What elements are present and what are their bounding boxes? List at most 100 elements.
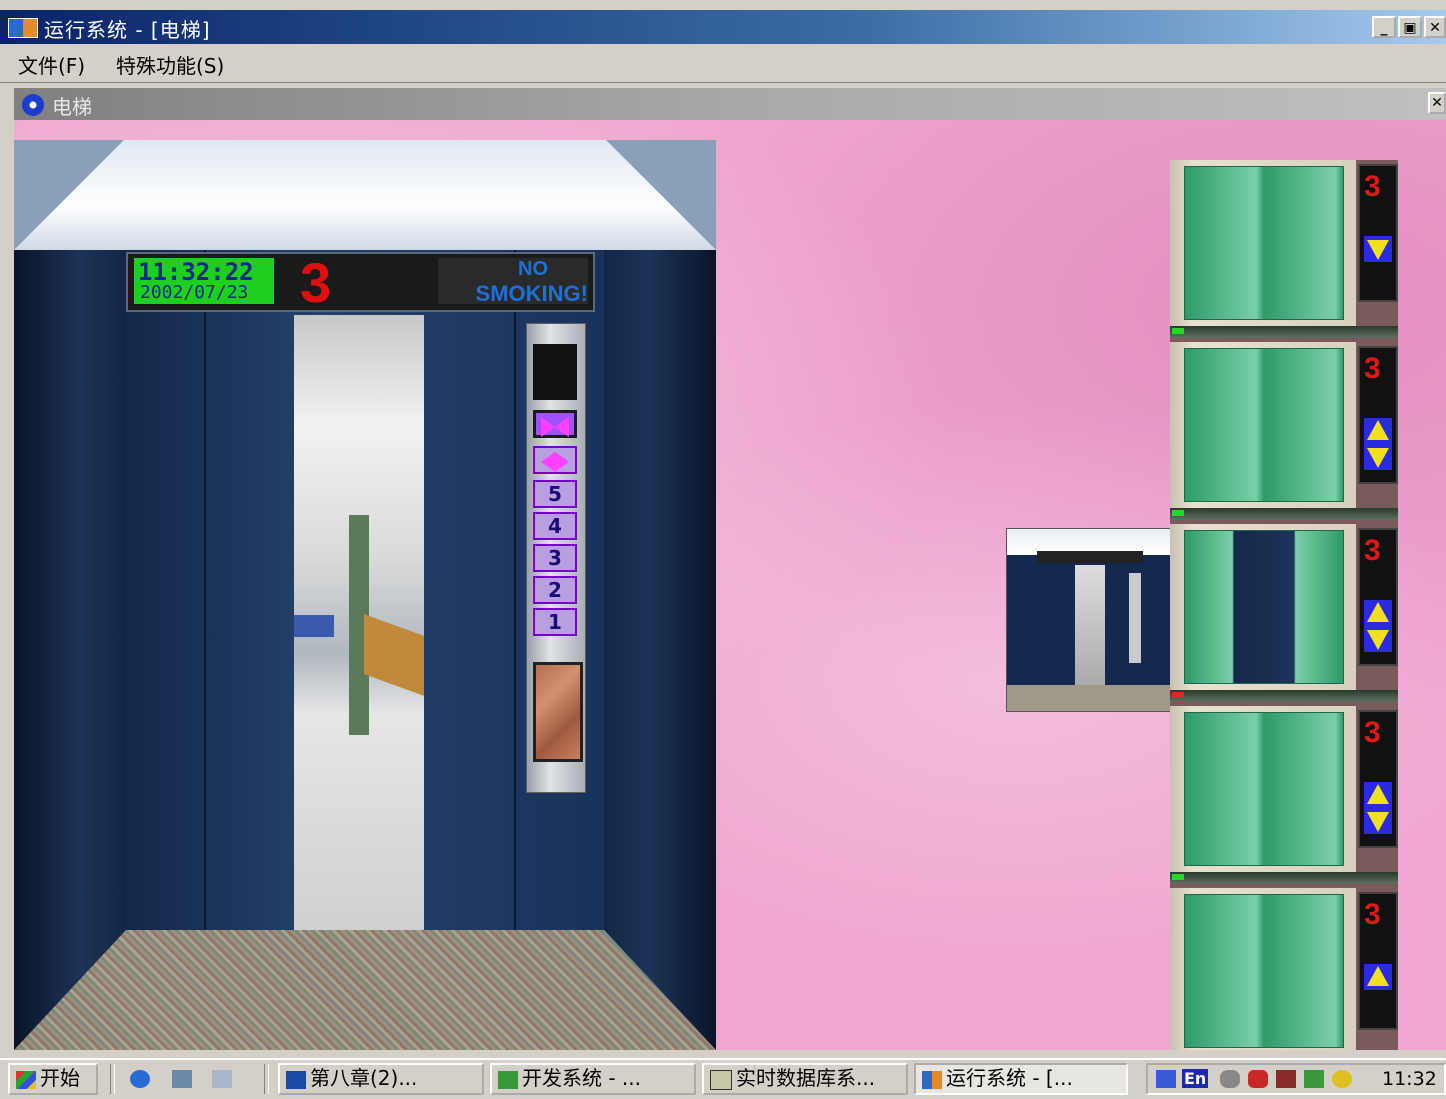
corridor-seat bbox=[294, 615, 334, 637]
door-open-icon-right bbox=[555, 451, 569, 472]
cabin-carpet-floor bbox=[14, 930, 716, 1050]
landing-indicator: 3 bbox=[1358, 164, 1398, 302]
landing-floor-4: 3 bbox=[1170, 342, 1398, 522]
call-up-button[interactable] bbox=[1364, 782, 1392, 808]
volume-icon[interactable] bbox=[1220, 1070, 1240, 1088]
call-down-button[interactable] bbox=[1364, 626, 1392, 652]
landing-sill bbox=[1170, 872, 1398, 884]
antivirus-icon[interactable] bbox=[1248, 1070, 1268, 1088]
door-close-icon-right bbox=[555, 416, 569, 437]
internet-explorer-icon[interactable] bbox=[130, 1070, 150, 1088]
task-runtime-system[interactable]: 运行系统 - [... bbox=[914, 1063, 1128, 1095]
network-icon[interactable] bbox=[1156, 1070, 1176, 1088]
landing-door[interactable] bbox=[1184, 166, 1344, 320]
arrow-up-icon bbox=[1367, 966, 1389, 986]
landing-lamp bbox=[1172, 510, 1184, 516]
quicklaunch-icon[interactable] bbox=[212, 1070, 232, 1088]
sun-icon[interactable] bbox=[1332, 1070, 1352, 1088]
call-down-button[interactable] bbox=[1364, 236, 1392, 262]
minimize-button[interactable]: _ bbox=[1372, 16, 1396, 38]
landing-lamp bbox=[1172, 692, 1184, 698]
task-chapter8[interactable]: 第八章(2)... bbox=[278, 1063, 484, 1095]
show-desktop-icon[interactable] bbox=[172, 1070, 192, 1088]
landing-lamp bbox=[1172, 874, 1184, 880]
corridor-bench bbox=[364, 614, 424, 696]
door-close-button[interactable] bbox=[533, 410, 577, 438]
landing-floor-number: 3 bbox=[1364, 716, 1381, 749]
task-label: 开发系统 - ... bbox=[522, 1066, 642, 1090]
call-up-button[interactable] bbox=[1364, 964, 1392, 990]
landing-indicator: 3 bbox=[1358, 710, 1398, 848]
start-button[interactable]: 开始 bbox=[8, 1063, 98, 1095]
landing-sill bbox=[1170, 326, 1398, 338]
menu-file[interactable]: 文件(F) bbox=[18, 50, 85, 79]
taskbar-clock[interactable]: 11:32 bbox=[1382, 1068, 1437, 1090]
arrow-down-icon bbox=[1367, 630, 1389, 650]
taskbar: 开始 第八章(2)... 开发系统 - ... 实时数据库系... 运行系统 -… bbox=[0, 1058, 1446, 1099]
taskbar-separator bbox=[110, 1064, 115, 1094]
landing-indicator: 3 bbox=[1358, 528, 1398, 666]
start-label: 开始 bbox=[40, 1066, 80, 1090]
landing-indicator: 3 bbox=[1358, 346, 1398, 484]
landing-door-open[interactable] bbox=[1184, 530, 1344, 684]
dev-system-icon bbox=[498, 1070, 518, 1089]
landing-door[interactable] bbox=[1184, 348, 1344, 502]
window-title-bar[interactable]: 运行系统 - [电梯] _ ▣ ✕ bbox=[0, 10, 1446, 44]
cabin-floor-indicator: 3 bbox=[300, 251, 332, 314]
floor-button-3[interactable]: 3 bbox=[533, 544, 577, 572]
landing-floor-2: 3 bbox=[1170, 706, 1398, 886]
menu-special-functions[interactable]: 特殊功能(S) bbox=[116, 50, 224, 79]
call-down-button[interactable] bbox=[1364, 444, 1392, 470]
floor-button-2[interactable]: 2 bbox=[533, 576, 577, 604]
call-up-button[interactable] bbox=[1364, 418, 1392, 444]
door-opening-corridor bbox=[294, 315, 424, 930]
call-up-button[interactable] bbox=[1364, 600, 1392, 626]
landing-floor-1: 3 bbox=[1170, 888, 1398, 1050]
call-down-button[interactable] bbox=[1364, 808, 1392, 834]
landing-lamp bbox=[1172, 328, 1184, 334]
arrow-down-icon bbox=[1367, 240, 1389, 260]
cabin-display-panel: 11:32:22 2002/07/23 3 NO SMOKING! bbox=[126, 251, 595, 314]
close-button[interactable]: ✕ bbox=[1424, 16, 1446, 38]
landing-sill bbox=[1170, 690, 1398, 702]
child-window-title-bar[interactable]: 电梯 ✕ bbox=[14, 88, 1446, 120]
moving-elevator-car bbox=[1006, 528, 1174, 712]
window-title: 运行系统 - [电梯] bbox=[44, 18, 211, 42]
windows-logo-icon bbox=[16, 1070, 36, 1089]
no-smoking-line1: NO bbox=[518, 258, 548, 280]
child-close-button[interactable]: ✕ bbox=[1428, 92, 1446, 114]
tray-document-icon[interactable] bbox=[1304, 1070, 1324, 1088]
restore-button[interactable]: ▣ bbox=[1398, 16, 1422, 38]
landing-door[interactable] bbox=[1184, 712, 1344, 866]
task-realtime-db[interactable]: 实时数据库系... bbox=[702, 1063, 908, 1095]
database-icon bbox=[710, 1069, 732, 1090]
cabin-left-wall bbox=[14, 140, 126, 1050]
door-open-icon bbox=[541, 451, 555, 472]
app-icon[interactable] bbox=[8, 18, 38, 38]
floor-button-1[interactable]: 1 bbox=[533, 608, 577, 636]
floor-button-4[interactable]: 4 bbox=[533, 512, 577, 540]
cabin-right-wall bbox=[604, 140, 716, 1050]
landing-floor-number: 3 bbox=[1364, 534, 1381, 567]
tray-app-icon[interactable] bbox=[1276, 1070, 1296, 1088]
landing-floor-3: 3 bbox=[1170, 524, 1398, 704]
wall-seam bbox=[514, 250, 516, 950]
landing-door[interactable] bbox=[1184, 894, 1344, 1048]
floor-button-5[interactable]: 5 bbox=[533, 480, 577, 508]
clock-display: 11:32:22 2002/07/23 bbox=[134, 258, 274, 304]
child-window-icon bbox=[22, 94, 44, 116]
wall-seam bbox=[204, 250, 206, 950]
runtime-app-icon bbox=[922, 1070, 942, 1089]
taskbar-separator bbox=[264, 1064, 269, 1094]
system-tray: En 11:32 bbox=[1146, 1063, 1446, 1095]
small-car-display bbox=[1037, 551, 1143, 563]
task-dev-system[interactable]: 开发系统 - ... bbox=[490, 1063, 696, 1095]
ceiling-right-bevel bbox=[606, 140, 716, 250]
no-smoking-sign: NO SMOKING! bbox=[438, 258, 588, 306]
language-indicator[interactable]: En bbox=[1182, 1069, 1209, 1088]
task-label: 第八章(2)... bbox=[310, 1066, 418, 1090]
task-label: 运行系统 - [... bbox=[946, 1066, 1073, 1090]
door-open-button[interactable] bbox=[533, 446, 577, 474]
small-car-floor bbox=[1007, 685, 1173, 711]
menu-bar: 文件(F) 特殊功能(S) bbox=[0, 44, 1446, 83]
